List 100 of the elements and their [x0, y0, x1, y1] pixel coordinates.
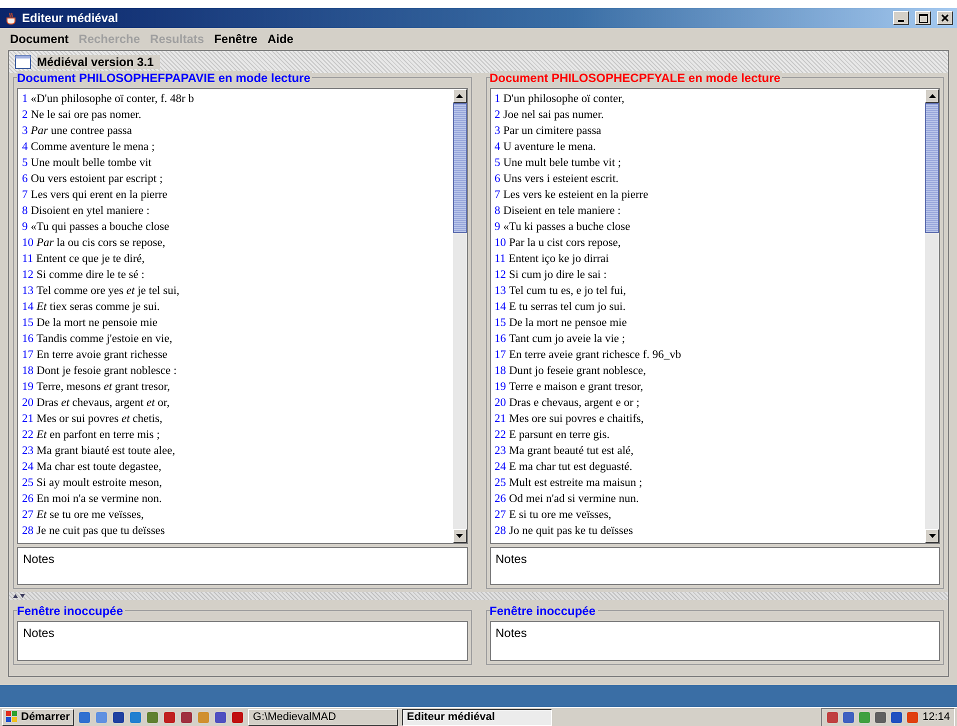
line-number: 8 — [22, 204, 28, 219]
start-button[interactable]: Démarrer — [2, 708, 74, 726]
line-number: 7 — [22, 188, 28, 203]
line-number: 23 — [22, 444, 34, 459]
verse-line: Dunt jo feseie grant noblesce, — [509, 364, 646, 379]
line-number: 24 — [494, 460, 506, 475]
document-icon[interactable] — [112, 710, 125, 724]
line-number: 6 — [494, 172, 500, 187]
verse-line: Ma grant beauté tut est alé, — [509, 444, 634, 459]
line-number: 27 — [22, 508, 34, 523]
tray-icon[interactable] — [826, 710, 840, 724]
line-number: 19 — [22, 380, 34, 395]
up-arrow-icon[interactable] — [456, 94, 463, 98]
notes-field[interactable]: Notes — [490, 621, 940, 661]
panel-title: Fenêtre inoccupée — [17, 604, 126, 618]
notes-field[interactable]: Notes — [490, 547, 940, 585]
tray-icon[interactable] — [858, 710, 872, 724]
line-number: 21 — [22, 412, 34, 427]
line-number: 22 — [22, 428, 34, 443]
line-number: 11 — [494, 252, 506, 267]
line-number: 14 — [494, 300, 506, 315]
verse-line: Disoient en ytel maniere : — [30, 204, 150, 219]
line-number: 10 — [494, 236, 506, 251]
verse-line: Et se tu ore me veïsses, — [36, 508, 144, 523]
app-icon[interactable] — [230, 710, 244, 724]
verse-line: Terre e maison e grant tresor, — [509, 380, 644, 395]
maximize-button[interactable] — [915, 11, 931, 25]
task-button[interactable]: Editeur médiéval — [402, 708, 552, 726]
verse-line: Ou vers estoient par escript ; — [30, 172, 163, 187]
up-arrow-icon[interactable] — [928, 94, 936, 98]
line-number: 18 — [22, 364, 34, 379]
verse-line: Tandis comme j'estoie en vie, — [36, 332, 172, 347]
verse-line: «Tu qui passes a bouche close — [30, 220, 170, 235]
browser-icon[interactable] — [78, 710, 91, 724]
line-number: 15 — [22, 316, 34, 331]
verse-line: Les vers qui erent en la pierre — [30, 188, 168, 203]
verse-line: Comme aventure le mena ; — [30, 140, 155, 155]
line-number: 5 — [494, 156, 500, 171]
verse-line: Uns vers i esteient escrit. — [503, 172, 619, 187]
verse-line: Par un cimitere passa — [503, 124, 602, 139]
scrollbar[interactable] — [452, 89, 466, 543]
line-number: 1 — [22, 92, 28, 107]
notes-field[interactable]: Notes — [17, 547, 468, 585]
verse-line: U aventure le mena. — [503, 140, 596, 155]
line-number: 19 — [494, 380, 506, 395]
line-number: 25 — [494, 476, 506, 491]
verse-line: De la mort ne pensoe mie — [509, 316, 627, 331]
menu-item[interactable]: Fenêtre — [214, 32, 258, 46]
verse-line: Si comme dire le te sé : — [36, 268, 144, 283]
verse-line: En terre aveie grant richesce f. 96_vb — [509, 348, 682, 363]
verse-line: Par une contree passa — [30, 124, 132, 139]
line-number: 15 — [494, 316, 506, 331]
line-number: 3 — [22, 124, 28, 139]
window-icon — [15, 55, 31, 69]
line-number: 22 — [494, 428, 506, 443]
minimize-button[interactable] — [893, 11, 909, 25]
verse-line: «D'un philosophe oï conter, f. 48r b — [30, 92, 194, 107]
app-icon[interactable] — [146, 710, 159, 724]
menu-item[interactable]: Document — [10, 32, 69, 46]
tray-icon[interactable] — [842, 710, 856, 724]
line-number: 17 — [22, 348, 34, 363]
verse-line: Tel cum tu es, e jo tel fui, — [509, 284, 626, 299]
task-button[interactable]: G:\MedievalMAD — [248, 708, 398, 726]
menu-item[interactable]: Aide — [267, 32, 294, 46]
line-number: 4 — [494, 140, 500, 155]
tray-icon[interactable] — [906, 710, 920, 724]
line-number: 23 — [494, 444, 506, 459]
verse-line: Les vers ke esteient en la pierre — [503, 188, 648, 203]
line-number: 25 — [22, 476, 34, 491]
app-icon[interactable] — [162, 710, 176, 724]
verse-line: En terre avoie grant richesse — [36, 348, 168, 363]
down-arrow-icon[interactable] — [928, 534, 936, 538]
line-number: 21 — [494, 412, 506, 427]
tray-icon[interactable] — [874, 710, 888, 724]
panel-title: Fenêtre inoccupée — [490, 604, 598, 618]
verse-line: E tu serras tel cum jo sui. — [509, 300, 626, 315]
down-arrow-icon[interactable] — [456, 534, 463, 538]
notes-field[interactable]: Notes — [17, 621, 468, 661]
line-number: 5 — [22, 156, 28, 171]
globe-icon[interactable] — [128, 710, 142, 724]
app-icon[interactable] — [180, 710, 193, 724]
line-number: 16 — [494, 332, 506, 347]
scrollbar[interactable] — [925, 89, 939, 543]
verse-line: «Tu ki passes a buche close — [503, 220, 630, 235]
verse-line: Dras e chevaus, argent e or ; — [509, 396, 640, 411]
line-number: 12 — [494, 268, 506, 283]
tray-icon[interactable] — [890, 710, 904, 724]
line-number: 16 — [22, 332, 34, 347]
line-number: 1 — [494, 92, 500, 107]
verse-line: Joe nel sai pas numer. — [503, 108, 604, 123]
verse-line: E si tu ore me veïsses, — [509, 508, 612, 523]
line-number: 3 — [494, 124, 500, 139]
app-icon[interactable] — [214, 710, 227, 724]
verse-line: Ne le sai ore pas nomer. — [30, 108, 142, 123]
close-button[interactable] — [937, 11, 953, 25]
verse-line: Et tiex seras comme je sui. — [36, 300, 160, 315]
panel-title: Document PHILOSOPHEFPAPAVIE en mode lecture — [17, 71, 312, 85]
line-number: 6 — [22, 172, 28, 187]
arrows-icon[interactable] — [13, 594, 25, 598]
line-number: 13 — [22, 284, 34, 299]
